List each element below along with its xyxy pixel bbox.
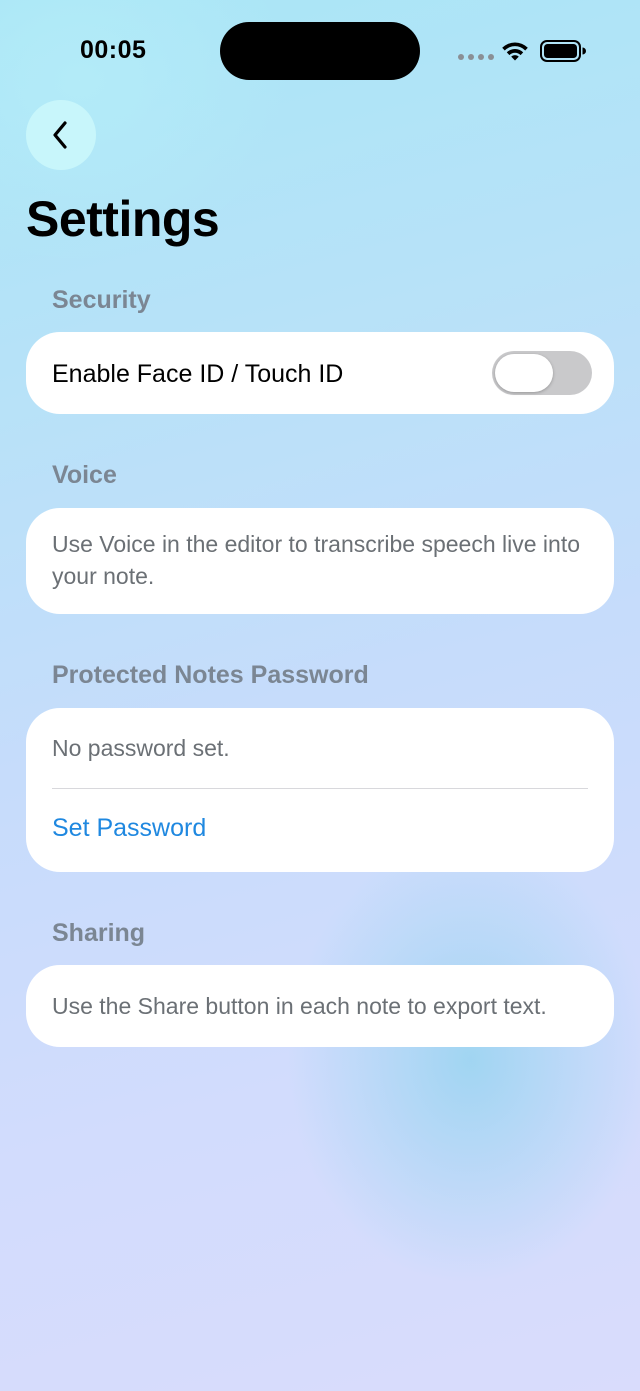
set-password-button[interactable]: Set Password (52, 814, 206, 843)
battery-icon (540, 40, 586, 62)
section-header-security: Security (52, 286, 151, 314)
status-bar: 00:05 (0, 0, 640, 100)
password-card: No password set. Set Password (26, 708, 614, 872)
chevron-left-icon (53, 121, 67, 149)
page-title: Settings (26, 191, 220, 247)
divider (52, 788, 588, 789)
back-button[interactable] (26, 100, 96, 170)
face-id-label: Enable Face ID / Touch ID (52, 360, 344, 388)
wifi-icon (502, 42, 528, 61)
password-status: No password set. (52, 735, 230, 761)
section-header-password: Protected Notes Password (52, 661, 369, 689)
section-header-voice: Voice (52, 461, 117, 489)
voice-card: Use Voice in the editor to transcribe sp… (26, 508, 614, 614)
sharing-description: Use the Share button in each note to exp… (52, 993, 547, 1019)
security-card: Enable Face ID / Touch ID (26, 332, 614, 414)
status-time: 00:05 (80, 36, 147, 64)
cellular-signal-icon (458, 54, 494, 60)
sharing-card: Use the Share button in each note to exp… (26, 965, 614, 1047)
dynamic-island (220, 22, 420, 80)
voice-description: Use Voice in the editor to transcribe sp… (52, 531, 581, 589)
toggle-knob (495, 354, 553, 392)
section-header-sharing: Sharing (52, 919, 146, 947)
face-id-toggle[interactable] (492, 351, 592, 395)
